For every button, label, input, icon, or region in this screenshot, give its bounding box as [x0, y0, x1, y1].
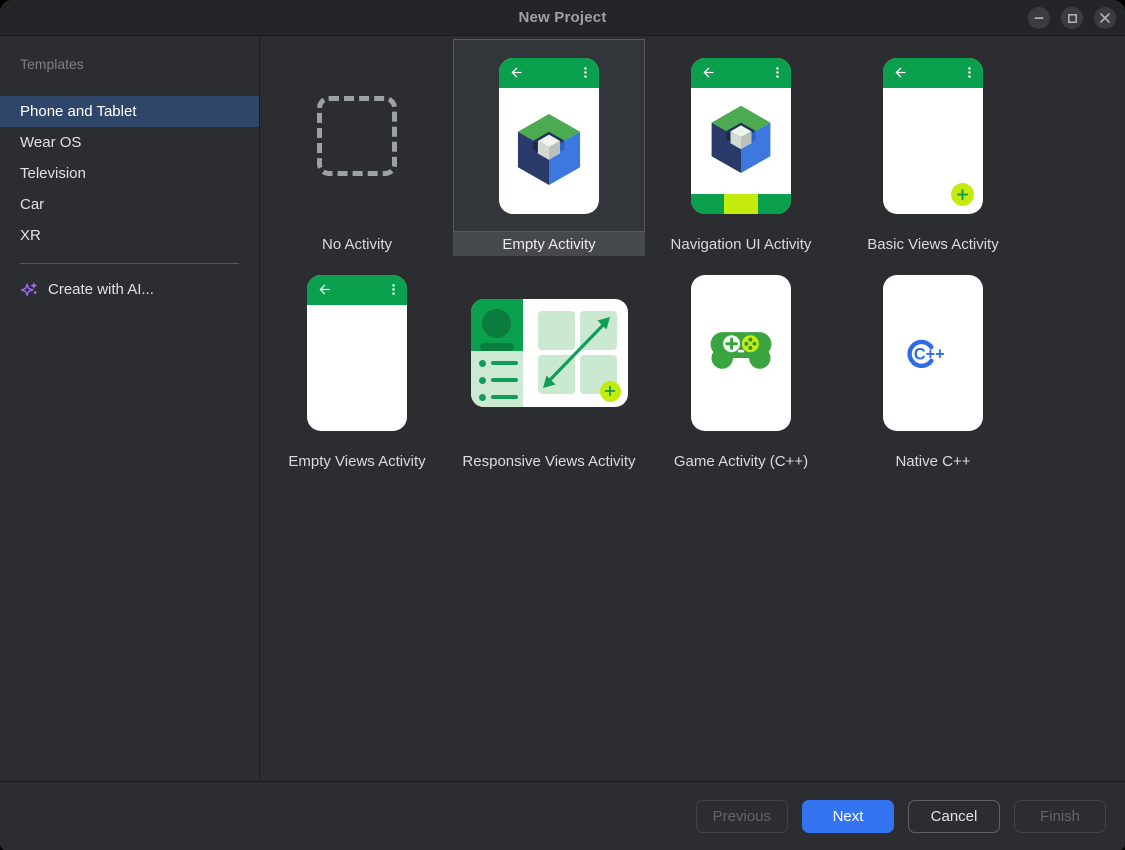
kebab-menu-icon — [387, 283, 400, 296]
nav-selected-segment — [724, 194, 757, 214]
template-label: Responsive Views Activity — [453, 449, 645, 473]
svg-text:C++: C++ — [914, 345, 945, 363]
plus-icon — [955, 187, 970, 202]
responsive-layout-icon — [471, 299, 628, 407]
back-arrow-icon — [701, 65, 716, 80]
template-card-no-activity[interactable]: No Activity — [261, 39, 453, 256]
cpp-logo-icon: C++ — [905, 331, 962, 373]
template-card-native-c[interactable]: C++ Native C++ — [837, 256, 1029, 473]
phone-appbar — [499, 58, 599, 88]
template-label: Native C++ — [837, 449, 1029, 473]
sidebar-item-label: XR — [20, 227, 41, 244]
sidebar-item-label: Create with AI... — [48, 281, 154, 298]
list-line — [491, 395, 518, 400]
back-arrow-icon — [893, 65, 908, 80]
plus-icon — [603, 384, 617, 398]
finish-button[interactable]: Finish — [1014, 800, 1106, 833]
template-thumbnail — [261, 39, 453, 232]
template-grid: No ActivityEmpty ActivityNavigation UI A… — [261, 39, 1125, 473]
phone-mockup — [883, 58, 983, 214]
list-bullet — [479, 377, 486, 384]
template-card-game-activity-c[interactable]: Game Activity (C++) — [645, 256, 837, 473]
phone-appbar — [691, 58, 791, 88]
compose-logo-icon — [512, 111, 586, 188]
list-line — [491, 378, 518, 383]
template-card-empty-activity[interactable]: Empty Activity — [453, 39, 645, 256]
template-card-responsive-views-activity[interactable]: Responsive Views Activity — [453, 256, 645, 473]
bottom-nav-bar — [691, 194, 791, 214]
template-label: No Activity — [261, 232, 453, 256]
template-card-empty-views-activity[interactable]: Empty Views Activity — [261, 256, 453, 473]
phone-appbar — [307, 275, 407, 305]
sidebar-divider — [20, 263, 239, 264]
sidebar-header: Templates — [0, 56, 259, 78]
phone-appbar — [883, 58, 983, 88]
phone-mockup — [691, 275, 791, 431]
list-bullet — [479, 360, 486, 367]
gamepad-icon — [707, 327, 775, 373]
kebab-menu-icon — [579, 66, 592, 79]
fab-button-icon — [600, 381, 621, 402]
new-project-dialog: New Project Templates Phone and Tablet We… — [0, 0, 1125, 850]
phone-mockup — [691, 58, 791, 214]
avatar — [482, 309, 511, 338]
sidebar-item-xr[interactable]: XR — [0, 220, 259, 251]
sidebar-item-wear-os[interactable]: Wear OS — [0, 127, 259, 158]
back-arrow-icon — [509, 65, 524, 80]
phone-mockup: C++ — [883, 275, 983, 431]
sidebar-item-label: Phone and Tablet — [20, 103, 137, 120]
sidebar-item-label: Wear OS — [20, 134, 81, 151]
sidebar-item-car[interactable]: Car — [0, 189, 259, 220]
list-line — [491, 361, 518, 366]
template-thumbnail — [453, 39, 645, 232]
minimize-icon — [1034, 13, 1044, 23]
template-label: Empty Activity — [453, 232, 645, 256]
wizard-footer: Previous Next Cancel Finish — [0, 781, 1125, 850]
list-bullet — [479, 394, 486, 401]
titlebar[interactable]: New Project — [0, 0, 1125, 36]
kebab-menu-icon — [963, 66, 976, 79]
maximize-button[interactable] — [1061, 7, 1083, 29]
phone-mockup — [307, 275, 407, 431]
templates-sidebar: Templates Phone and Tablet Wear OS Televis… — [0, 36, 260, 781]
phone-mockup — [499, 58, 599, 214]
template-label: Game Activity (C++) — [645, 449, 837, 473]
dashed-placeholder-icon — [317, 96, 397, 176]
avatar-name-bar — [480, 343, 514, 351]
ai-sparkle-icon — [20, 280, 39, 299]
template-thumbnail: C++ — [837, 256, 1029, 449]
template-thumbnail — [261, 256, 453, 449]
template-label: Empty Views Activity — [261, 449, 453, 473]
close-icon — [1100, 13, 1110, 23]
template-card-navigation-ui-activity[interactable]: Navigation UI Activity — [645, 39, 837, 256]
sidebar-item-label: Television — [20, 165, 86, 182]
sidebar-list: Phone and Tablet Wear OS Television Car XR — [0, 96, 259, 251]
close-button[interactable] — [1094, 7, 1116, 29]
template-thumbnail — [645, 39, 837, 232]
sidebar-item-phone-and-tablet[interactable]: Phone and Tablet — [0, 96, 259, 127]
template-gallery: No ActivityEmpty ActivityNavigation UI A… — [260, 36, 1125, 781]
minimize-button[interactable] — [1028, 7, 1050, 29]
template-thumbnail — [837, 39, 1029, 232]
sidebar-item-label: Car — [20, 196, 44, 213]
previous-button[interactable]: Previous — [696, 800, 788, 833]
back-arrow-icon — [317, 282, 332, 297]
template-card-basic-views-activity[interactable]: Basic Views Activity — [837, 39, 1029, 256]
template-thumbnail — [645, 256, 837, 449]
sidebar-item-television[interactable]: Television — [0, 158, 259, 189]
maximize-icon — [1068, 14, 1077, 23]
template-label: Basic Views Activity — [837, 232, 1029, 256]
template-thumbnail — [453, 256, 645, 449]
cancel-button[interactable]: Cancel — [908, 800, 1000, 833]
sidebar-item-create-with-ai[interactable]: Create with AI... — [0, 272, 259, 306]
fab-button-icon — [951, 183, 974, 206]
compose-logo-icon — [706, 103, 776, 176]
next-button[interactable]: Next — [802, 800, 894, 833]
window-controls — [1028, 7, 1116, 29]
window-title: New Project — [0, 9, 1125, 26]
template-label: Navigation UI Activity — [645, 232, 837, 256]
kebab-menu-icon — [771, 66, 784, 79]
